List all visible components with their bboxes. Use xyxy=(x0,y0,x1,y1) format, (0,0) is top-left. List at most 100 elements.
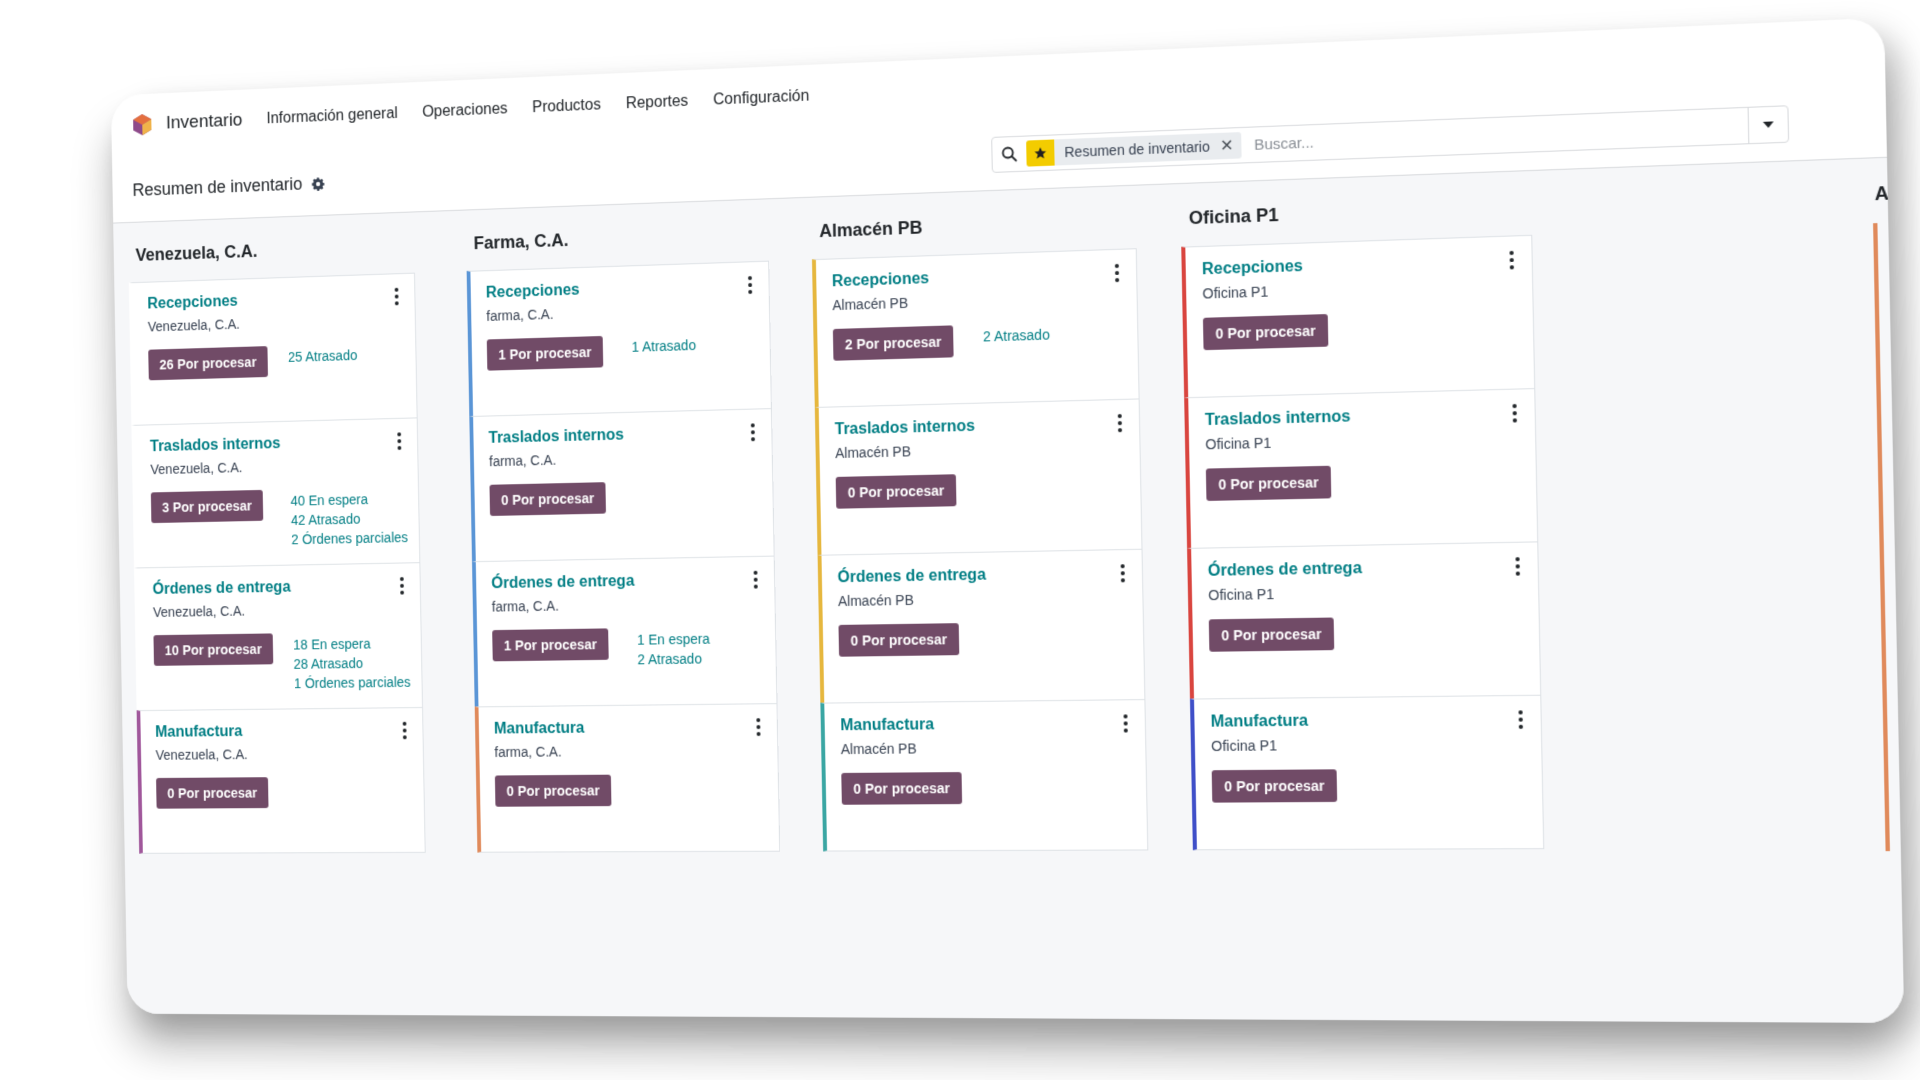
kanban-board: Venezuela, C.A. Recepciones Venezuela, C.A… xyxy=(113,157,1905,1023)
kebab-menu-icon[interactable] xyxy=(751,570,761,589)
kebab-menu-icon[interactable] xyxy=(1509,403,1520,423)
stat-link[interactable]: 28 Atrasado xyxy=(293,653,410,674)
card-title[interactable]: Manufactura xyxy=(494,720,585,738)
to-process-button[interactable]: 0 Por procesar xyxy=(489,482,607,516)
to-process-button[interactable]: 0 Por procesar xyxy=(1208,617,1335,652)
to-process-button[interactable]: 10 Por procesar xyxy=(153,633,274,666)
card-title[interactable]: Traslados internos xyxy=(150,435,281,456)
stat-link[interactable]: 1 Atrasado xyxy=(631,335,696,357)
to-process-button[interactable]: 2 Por procesar xyxy=(832,325,954,361)
gear-icon[interactable] xyxy=(311,176,325,191)
search-icon[interactable] xyxy=(992,146,1026,163)
menu-informacion-general[interactable]: Información general xyxy=(266,105,398,128)
kebab-menu-icon[interactable] xyxy=(397,577,407,595)
operation-card[interactable]: Recepciones Venezuela, C.A. 26 Por procesa… xyxy=(128,272,418,426)
kebab-menu-icon[interactable] xyxy=(1112,263,1122,283)
kebab-menu-icon[interactable] xyxy=(392,287,402,306)
stat-link[interactable]: 2 Atrasado xyxy=(983,324,1050,346)
kebab-menu-icon[interactable] xyxy=(1118,564,1128,583)
to-process-button[interactable]: 0 Por procesar xyxy=(1202,314,1329,351)
card-title[interactable]: Traslados internos xyxy=(1205,408,1351,430)
operation-card[interactable]: Manufactura Almacén PB 0 Por procesar xyxy=(820,699,1149,852)
kebab-menu-icon[interactable] xyxy=(1512,557,1523,576)
facet-label: Resumen de inventario xyxy=(1064,138,1210,161)
menu-productos[interactable]: Productos xyxy=(532,97,601,118)
search-facet: Resumen de inventario ✕ xyxy=(1026,132,1243,167)
to-process-button[interactable]: 0 Por procesar xyxy=(835,474,957,509)
operation-card[interactable]: Recepciones farma, C.A. 1 Por procesar 1 At… xyxy=(466,260,772,418)
operation-card[interactable]: Órdenes de entrega Oficina P1 0 Por proces… xyxy=(1187,541,1542,700)
column-title: Farma, C.A. xyxy=(473,230,569,254)
search-input[interactable] xyxy=(1251,115,1749,155)
card-title[interactable]: Traslados internos xyxy=(488,427,624,448)
stat-link[interactable]: 1 En espera xyxy=(637,629,710,650)
card-title[interactable]: Órdenes de entrega xyxy=(1208,560,1362,581)
card-title[interactable]: Manufactura xyxy=(1211,713,1309,732)
to-process-button[interactable]: 1 Por procesar xyxy=(486,335,604,371)
operation-card[interactable]: Órdenes de entrega Venezuela, C.A. 10 Por … xyxy=(133,562,423,712)
card-stats: 1 En espera 2 Atrasado xyxy=(637,629,710,669)
kebab-menu-icon[interactable] xyxy=(753,718,763,736)
to-process-button[interactable]: 3 Por procesar xyxy=(150,489,264,524)
card-title[interactable]: Manufactura xyxy=(155,723,242,741)
operation-card[interactable]: Traslados internos Oficina P1 0 Por proces… xyxy=(1184,388,1539,549)
kebab-menu-icon[interactable] xyxy=(1120,714,1130,733)
to-process-button[interactable]: 0 Por procesar xyxy=(1211,769,1338,803)
to-process-button[interactable]: 0 Por procesar xyxy=(1205,465,1332,501)
column-title: Venezuela, C.A. xyxy=(135,241,258,265)
search-bar[interactable]: Resumen de inventario ✕ xyxy=(991,105,1790,173)
stat-link[interactable]: 40 En espera xyxy=(290,489,407,511)
stat-link[interactable]: 2 Atrasado xyxy=(637,649,710,670)
operation-card[interactable]: Manufactura Oficina P1 0 Por procesar xyxy=(1189,694,1545,851)
card-title[interactable]: Órdenes de entrega xyxy=(152,579,290,599)
operation-card[interactable]: Traslados internos farma, C.A. 0 Por proce… xyxy=(469,408,775,563)
menu-reportes[interactable]: Reportes xyxy=(626,93,689,113)
card-title[interactable]: Órdenes de entrega xyxy=(491,573,634,593)
card-title[interactable]: Recepciones xyxy=(486,282,580,303)
kebab-menu-icon[interactable] xyxy=(400,721,410,740)
app-name[interactable]: Inventario xyxy=(166,110,243,134)
card-title[interactable]: Recepciones xyxy=(832,270,929,291)
operation-card[interactable]: Traslados internos Venezuela, C.A. 3 Por p… xyxy=(131,417,421,569)
kebab-menu-icon[interactable] xyxy=(1115,414,1125,433)
kebab-menu-icon[interactable] xyxy=(1506,250,1517,270)
to-process-button[interactable]: 26 Por procesar xyxy=(148,346,268,381)
card-title[interactable]: Recepciones xyxy=(1202,258,1303,280)
search-options-toggle[interactable] xyxy=(1747,106,1789,144)
to-process-button[interactable]: 0 Por procesar xyxy=(838,623,960,657)
card-title[interactable]: Órdenes de entrega xyxy=(837,567,986,588)
menu-configuracion[interactable]: Configuración xyxy=(713,88,809,110)
operation-card[interactable]: Traslados internos Almacén PB 0 Por proces… xyxy=(814,398,1143,556)
operation-card[interactable]: Manufactura farma, C.A. 0 Por procesar xyxy=(474,703,781,853)
card-warehouse: farma, C.A. xyxy=(494,743,562,760)
operation-card[interactable]: Recepciones Oficina P1 0 Por procesar xyxy=(1181,234,1536,399)
breadcrumb: Resumen de inventario xyxy=(132,173,325,201)
close-icon[interactable]: ✕ xyxy=(1220,135,1234,156)
operation-card[interactable]: Órdenes de entrega Almacén PB 0 Por proces… xyxy=(817,548,1146,704)
card-title[interactable]: Recepciones xyxy=(147,293,238,313)
operation-card[interactable]: Órdenes de entrega farma, C.A. 1 Por proce… xyxy=(472,555,778,708)
stat-link[interactable]: 2 Órdenes parciales xyxy=(291,527,408,549)
kebab-menu-icon[interactable] xyxy=(745,276,755,294)
operation-card[interactable]: Manufactura Venezuela, C.A. 0 Por procesar xyxy=(136,707,426,854)
card-title[interactable]: Traslados internos xyxy=(835,418,976,439)
stat-link[interactable]: 18 En espera xyxy=(293,633,410,654)
inventory-logo-icon[interactable] xyxy=(131,113,153,137)
stat-link[interactable]: 1 Órdenes parciales xyxy=(294,672,411,693)
kebab-menu-icon[interactable] xyxy=(394,432,404,450)
to-process-button[interactable]: 0 Por procesar xyxy=(841,772,963,805)
to-process-button[interactable]: 1 Por procesar xyxy=(492,628,609,662)
operation-card[interactable]: Recepciones Almacén PB 2 Por procesar 2 Atr… xyxy=(811,248,1140,408)
to-process-button[interactable]: 0 Por procesar xyxy=(494,774,612,807)
column-title: Oficina P1 xyxy=(1188,204,1279,229)
kebab-menu-icon[interactable] xyxy=(748,423,758,442)
card-title[interactable]: Manufactura xyxy=(840,716,934,735)
kebab-menu-icon[interactable] xyxy=(1515,710,1526,729)
column-title-partial: A xyxy=(1874,182,1889,205)
menu-operaciones[interactable]: Operaciones xyxy=(422,101,508,122)
page-title: Resumen de inventario xyxy=(132,174,303,200)
stat-link[interactable]: 25 Atrasado xyxy=(288,345,358,366)
star-icon xyxy=(1026,139,1055,167)
stat-link[interactable]: 42 Atrasado xyxy=(291,508,408,530)
to-process-button[interactable]: 0 Por procesar xyxy=(156,777,269,809)
